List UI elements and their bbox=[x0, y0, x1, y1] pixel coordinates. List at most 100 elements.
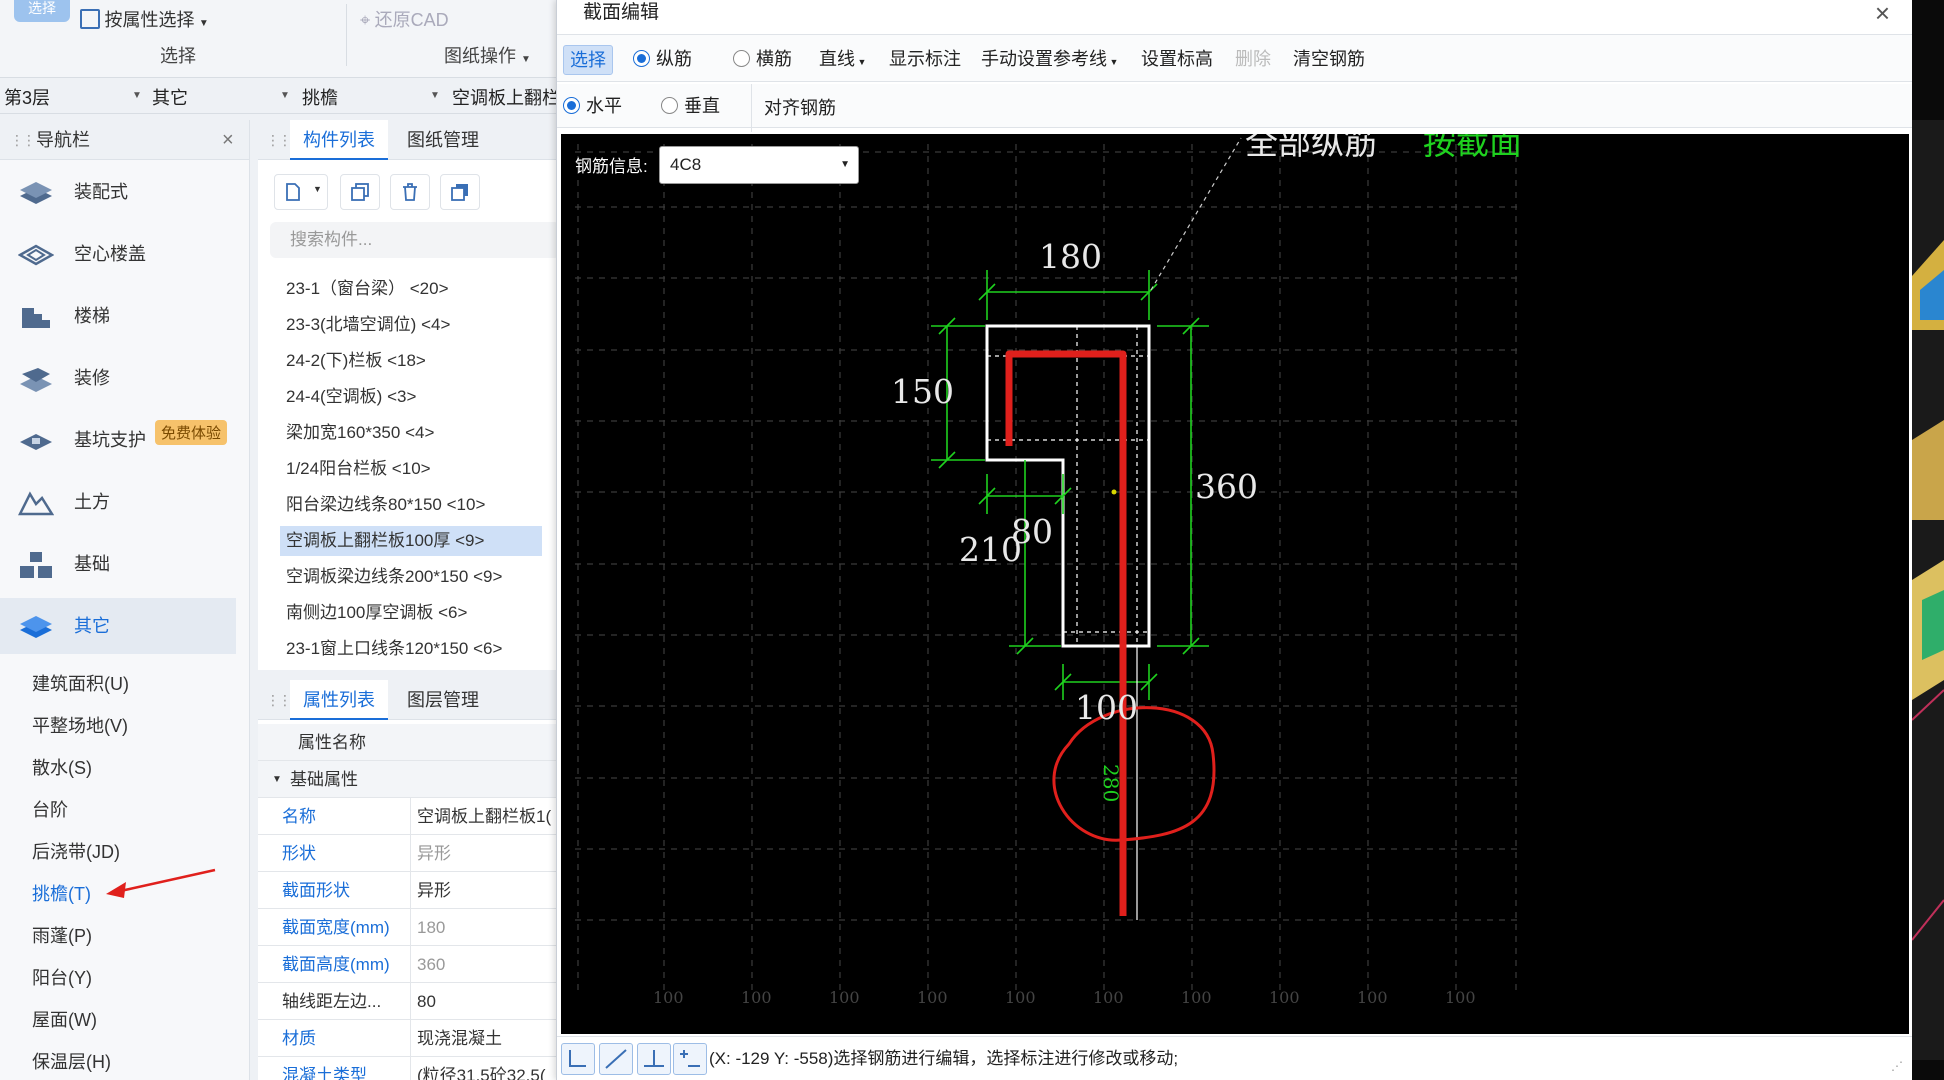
resize-grip-icon[interactable]: ⋰ bbox=[1891, 1059, 1903, 1073]
property-row[interactable]: 名称 空调板上翻栏板1( bbox=[258, 798, 560, 835]
nav-item-stairs[interactable]: 楼梯 bbox=[0, 288, 236, 344]
grid-tick-label: 100 bbox=[1093, 988, 1124, 1007]
list-item[interactable]: 梁加宽160*350 <4> bbox=[280, 418, 542, 448]
sub-item-roof[interactable]: 屋面(W) bbox=[32, 1006, 97, 1032]
list-item[interactable]: 阳台梁边线条80*150 <10> bbox=[280, 490, 542, 520]
dimension-snap-button[interactable] bbox=[673, 1043, 707, 1075]
list-item[interactable]: 空调板梁边线条200*150 <9> bbox=[280, 562, 542, 592]
list-item[interactable]: 24-4(空调板) <3> bbox=[280, 382, 542, 412]
restore-cad-button[interactable]: ⌖ 还原CAD bbox=[360, 6, 449, 32]
list-item[interactable]: 1/24阳台栏板 <10> bbox=[280, 454, 542, 484]
list-item[interactable]: 23-3(北墙空调位) <4> bbox=[280, 310, 542, 340]
ortho-snap-button[interactable] bbox=[561, 1043, 595, 1075]
dim-height-360[interactable]: 360 bbox=[1195, 467, 1258, 506]
tab-drawing-management[interactable]: 图纸管理 bbox=[394, 120, 492, 160]
line-dropdown[interactable]: 直线 ▼ bbox=[819, 35, 866, 83]
delete-button[interactable]: 删除 bbox=[1235, 35, 1271, 83]
dim-100[interactable]: 100 bbox=[1075, 688, 1138, 727]
tab-layer-management[interactable]: 图层管理 bbox=[394, 680, 492, 720]
property-key: 形状 bbox=[282, 844, 316, 863]
rebar-info-select[interactable]: 4C8 ▼ bbox=[659, 146, 859, 184]
polar-snap-button[interactable] bbox=[599, 1043, 633, 1075]
nav-item-other[interactable]: 其它 bbox=[0, 598, 236, 654]
vertical-radio[interactable]: 垂直 bbox=[661, 82, 720, 130]
nav-item-earthwork[interactable]: 土方 bbox=[0, 474, 236, 530]
show-label-button[interactable]: 显示标注 bbox=[889, 35, 961, 83]
sub-item-building-area[interactable]: 建筑面积(U) bbox=[32, 670, 129, 696]
duplicate-button[interactable] bbox=[440, 174, 480, 210]
property-value[interactable]: 异形 bbox=[410, 872, 560, 909]
dim-width-180[interactable]: 180 bbox=[1039, 237, 1102, 276]
property-value[interactable]: (粒径31.5砼32.5( bbox=[410, 1057, 560, 1080]
close-icon[interactable]: × bbox=[222, 120, 234, 160]
sub-item-apron[interactable]: 散水(S) bbox=[32, 754, 92, 780]
select-tab[interactable]: 选择 bbox=[14, 0, 70, 22]
by-section-label[interactable]: 按截面 bbox=[1423, 134, 1522, 164]
group-label-drawing[interactable]: 图纸操作 ▼ bbox=[444, 42, 531, 68]
nav-item-prefab[interactable]: 装配式 bbox=[0, 164, 236, 220]
sub-item-balcony[interactable]: 阳台(Y) bbox=[32, 964, 92, 990]
property-row[interactable]: 截面形状 异形 bbox=[258, 872, 560, 909]
dim-210[interactable]: 210 bbox=[959, 530, 1022, 569]
drag-grip-icon[interactable]: ⋮⋮ bbox=[266, 680, 292, 720]
list-item[interactable]: 23-1窗上口线条120*150 <6> bbox=[280, 634, 542, 664]
copy-button[interactable] bbox=[340, 174, 380, 210]
perpendicular-snap-button[interactable] bbox=[637, 1043, 671, 1075]
property-row[interactable]: 混凝土类型 (粒径31.5砼32.5( bbox=[258, 1057, 560, 1080]
sub-item-post-cast-strip[interactable]: 后浇带(JD) bbox=[32, 838, 120, 864]
property-row[interactable]: 形状 异形 bbox=[258, 835, 560, 872]
drag-grip-icon[interactable]: ⋮⋮ bbox=[10, 120, 36, 160]
type-dropdown[interactable]: 挑檐 ▼ bbox=[302, 84, 442, 108]
property-row[interactable]: 轴线距左边... 80 bbox=[258, 983, 560, 1020]
sub-item-steps[interactable]: 台阶 bbox=[32, 796, 68, 822]
new-file-icon bbox=[286, 183, 300, 201]
delete-button[interactable] bbox=[390, 174, 430, 210]
horizontal-radio[interactable]: 水平 bbox=[563, 82, 622, 130]
nav-item-hollow-floor[interactable]: 空心楼盖 bbox=[0, 226, 236, 282]
property-value[interactable]: 80 bbox=[410, 983, 560, 1020]
property-row[interactable]: 材质 现浇混凝土 bbox=[258, 1020, 560, 1057]
sub-item-canopy[interactable]: 雨蓬(P) bbox=[32, 922, 92, 948]
category-value: 其它 bbox=[152, 88, 188, 108]
dim-height-150[interactable]: 150 bbox=[891, 372, 954, 411]
list-item-selected[interactable]: 空调板上翻栏板100厚 <9> bbox=[280, 526, 542, 556]
list-item[interactable]: 24-2(下)栏板 <18> bbox=[280, 346, 542, 376]
nav-item-decoration[interactable]: 装修 bbox=[0, 350, 236, 406]
set-elevation-button[interactable]: 设置标高 bbox=[1141, 35, 1213, 83]
property-value[interactable]: 180 bbox=[410, 909, 560, 946]
manual-ref-line-button[interactable]: 手动设置参考线 ▼ bbox=[981, 35, 1118, 83]
property-value[interactable]: 异形 bbox=[410, 835, 560, 872]
component-dropdown[interactable]: 空调板上翻栏 bbox=[452, 84, 560, 108]
sub-item-eave[interactable]: 挑檐(T) bbox=[32, 880, 91, 906]
sub-item-insulation[interactable]: 保温层(H) bbox=[32, 1048, 111, 1074]
close-icon[interactable]: × bbox=[1875, 0, 1890, 29]
tab-property-list[interactable]: 属性列表 bbox=[290, 680, 388, 720]
component-search-input[interactable]: 搜索构件... bbox=[270, 222, 560, 258]
property-row[interactable]: 截面宽度(mm) 180 bbox=[258, 909, 560, 946]
drag-grip-icon[interactable]: ⋮⋮ bbox=[266, 120, 292, 160]
property-value[interactable]: 空调板上翻栏板1( bbox=[410, 798, 560, 835]
floor-dropdown[interactable]: 第3层 ▼ bbox=[4, 84, 144, 108]
property-value[interactable]: 现浇混凝土 bbox=[410, 1020, 560, 1057]
sub-item-site-level[interactable]: 平整场地(V) bbox=[32, 712, 128, 738]
category-dropdown[interactable]: 其它 ▼ bbox=[152, 84, 292, 108]
property-row[interactable]: 截面高度(mm) 360 bbox=[258, 946, 560, 983]
transverse-radio[interactable]: 横筋 bbox=[733, 35, 792, 83]
free-trial-badge[interactable]: 免费体验 bbox=[155, 420, 228, 445]
tab-component-list[interactable]: 构件列表 bbox=[290, 120, 388, 160]
align-rebar-button[interactable]: 对齐钢筋 bbox=[751, 84, 836, 132]
list-item[interactable]: 23-1（窗台梁） <20> bbox=[280, 274, 542, 304]
list-item[interactable]: 南侧边100厚空调板 <6> bbox=[280, 598, 542, 628]
new-component-button[interactable]: ▼ bbox=[274, 174, 328, 210]
longitudinal-radio[interactable]: 纵筋 bbox=[633, 35, 692, 83]
all-longitudinal-label[interactable]: 全部纵筋 bbox=[1245, 134, 1377, 164]
nav-item-foundation[interactable]: 基础 bbox=[0, 536, 236, 592]
clear-rebar-button[interactable]: 清空钢筋 bbox=[1293, 35, 1365, 83]
attr-select-button[interactable]: 按属性选择 ▼ bbox=[80, 6, 209, 32]
cad-canvas[interactable]: 钢筋信息: 4C8 ▼ 全部纵筋 按截面 180 150 360 80 210 … bbox=[561, 134, 1909, 1034]
select-button[interactable]: 选择 bbox=[563, 45, 613, 75]
dim-280[interactable]: 280 bbox=[1099, 764, 1123, 802]
property-group[interactable]: ▼ 基础属性 bbox=[258, 761, 560, 798]
property-value[interactable]: 360 bbox=[410, 946, 560, 983]
grid-tick-label: 100 bbox=[653, 988, 684, 1007]
